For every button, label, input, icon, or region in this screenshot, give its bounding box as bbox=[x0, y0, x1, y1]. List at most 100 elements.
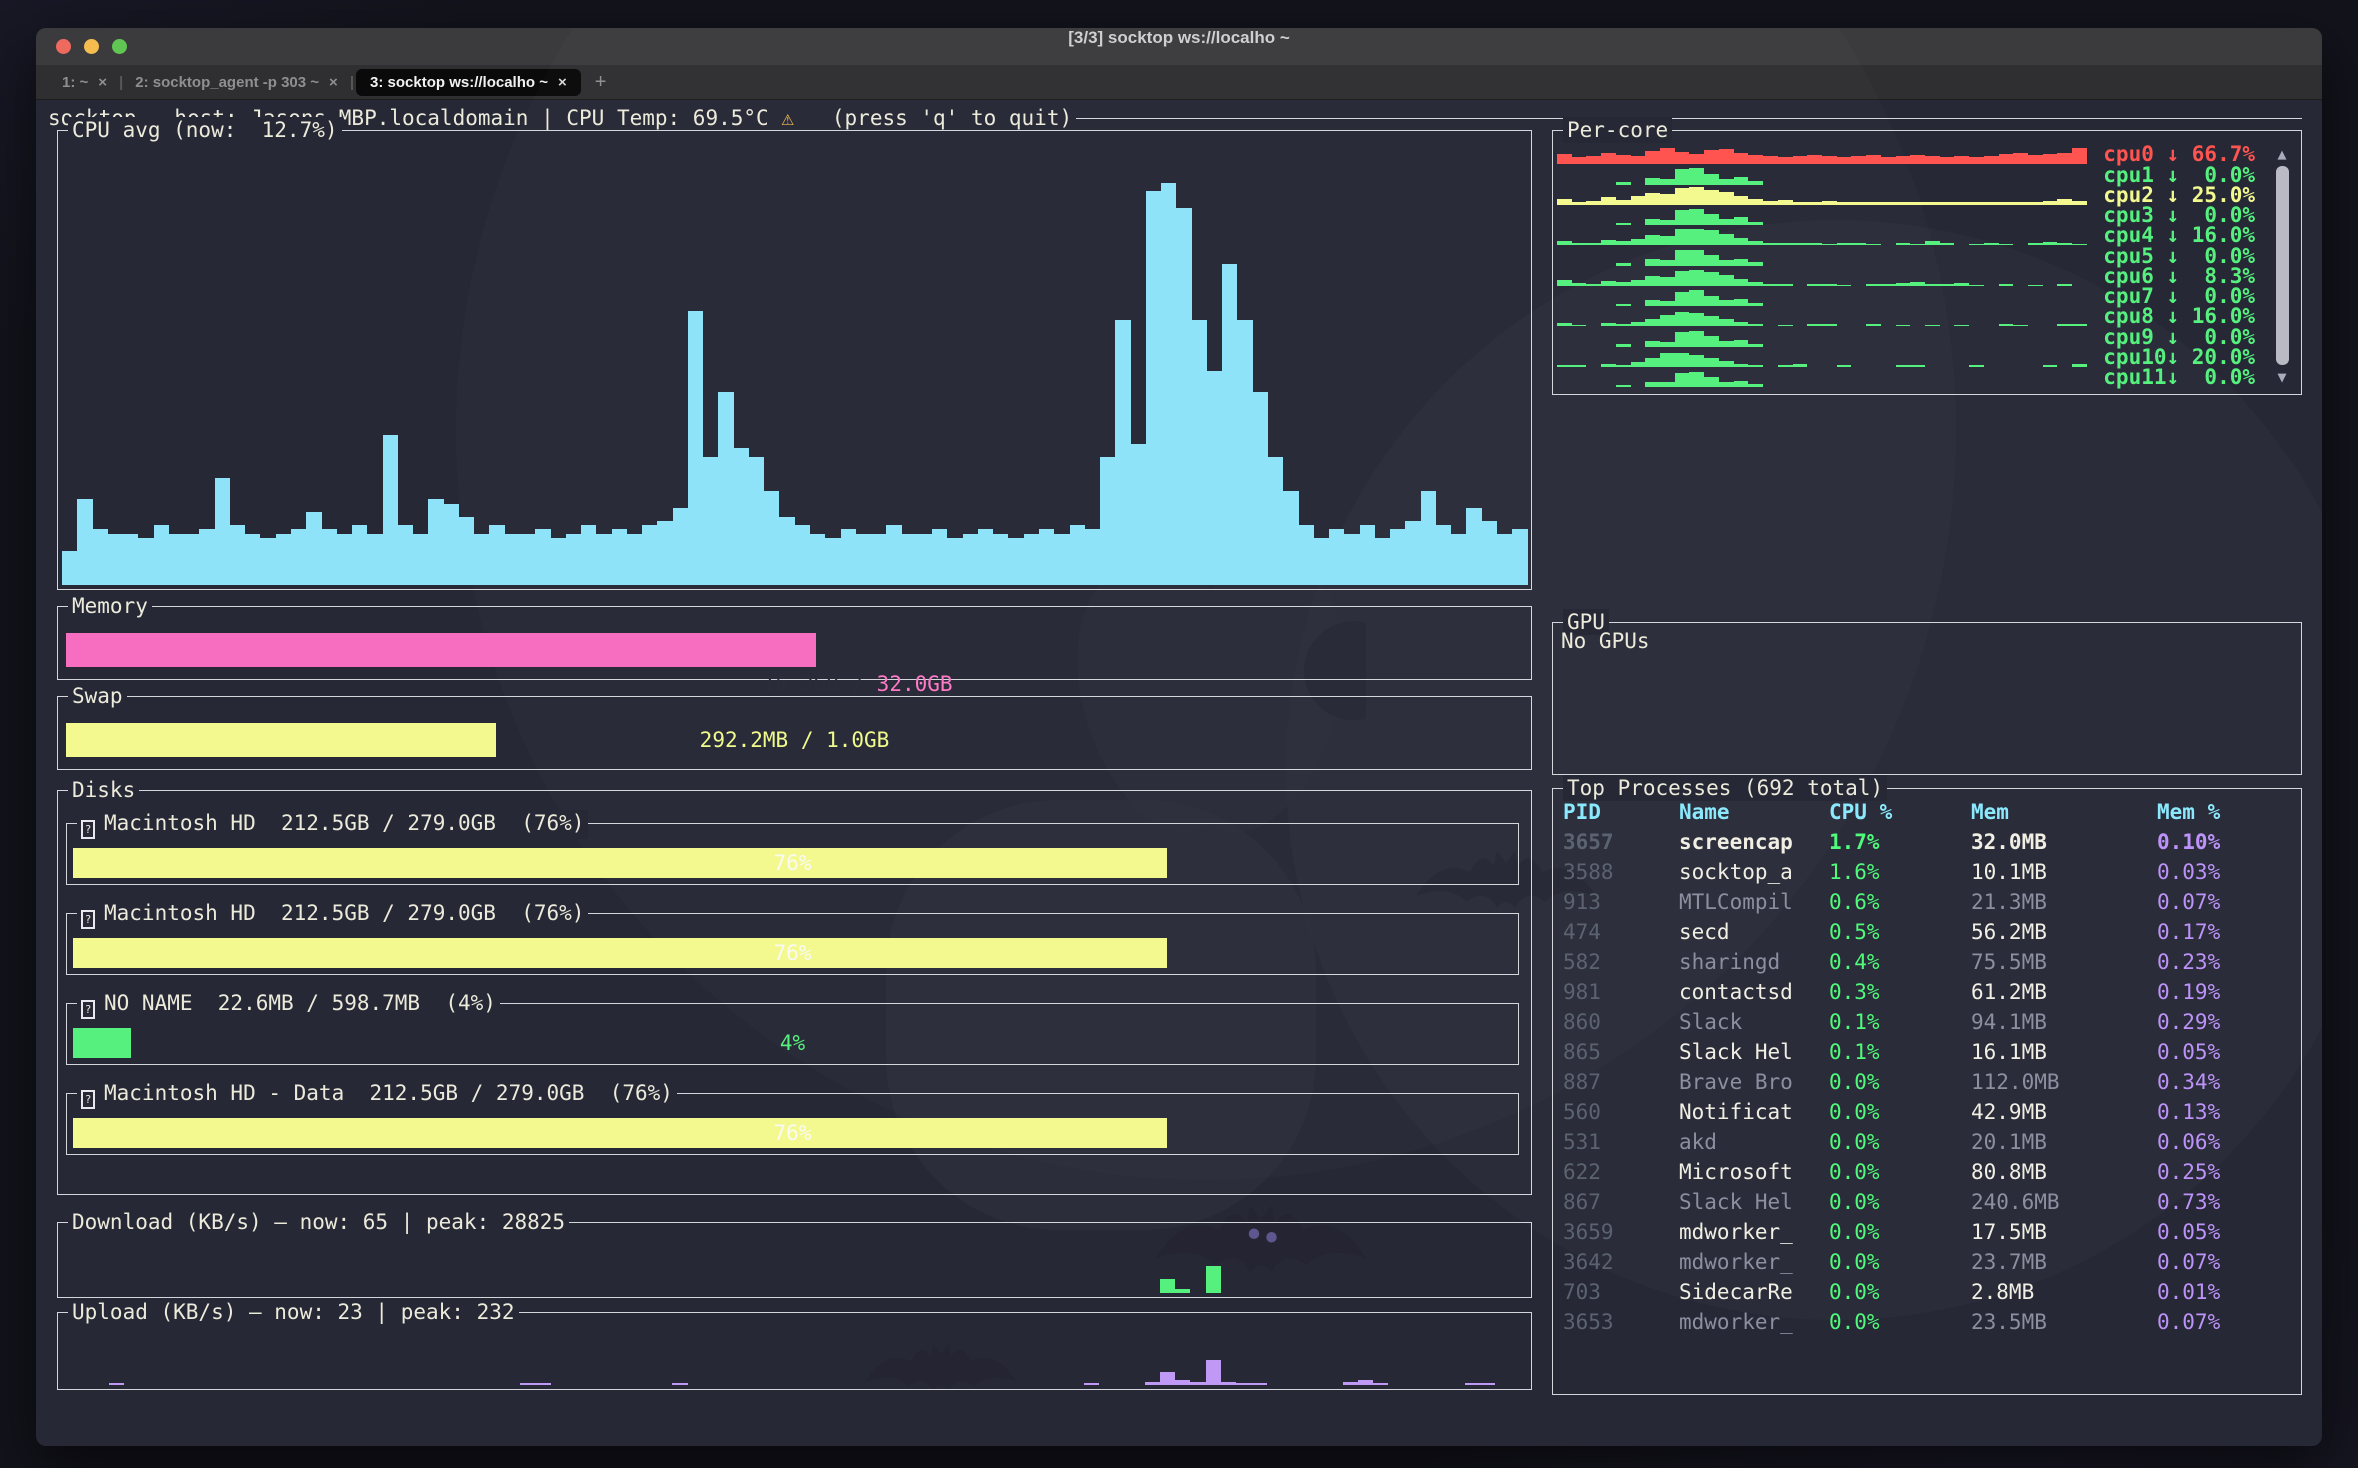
core-sparkline bbox=[1557, 206, 2087, 225]
process-mem: 112.0MB bbox=[1971, 1067, 2157, 1097]
memory-used: 16.2GB / bbox=[763, 672, 864, 696]
upload-chart bbox=[63, 1331, 1526, 1385]
titlebar[interactable]: [3/3] socktop ws://localho ~ bbox=[36, 28, 2322, 65]
process-table-header: PID Name CPU % Mem Mem % bbox=[1553, 797, 2301, 827]
process-cpu: 0.1% bbox=[1829, 1007, 1971, 1037]
process-memp: 0.17% bbox=[2157, 917, 2301, 947]
process-mem: 94.1MB bbox=[1971, 1007, 2157, 1037]
process-cpu: 0.0% bbox=[1829, 1067, 1971, 1097]
process-cpu: 1.6% bbox=[1829, 857, 1971, 887]
process-pid: 3657 bbox=[1563, 827, 1679, 857]
disk-title: ?Macintosh HD 212.5GB / 279.0GB (76%) bbox=[77, 900, 588, 929]
zoom-window-icon[interactable] bbox=[112, 39, 127, 54]
tab-1[interactable]: 1: ~ × bbox=[52, 70, 117, 95]
process-name: Slack Hel bbox=[1679, 1187, 1829, 1217]
process-mem: 240.6MB bbox=[1971, 1187, 2157, 1217]
process-name: secd bbox=[1679, 917, 1829, 947]
process-cpu: 0.0% bbox=[1829, 1307, 1971, 1337]
process-mem: 20.1MB bbox=[1971, 1127, 2157, 1157]
minimize-window-icon[interactable] bbox=[84, 39, 99, 54]
process-cpu: 0.4% bbox=[1829, 947, 1971, 977]
disk-icon: ? bbox=[81, 1090, 95, 1109]
process-row: 867Slack Hel0.0%240.6MB0.73% bbox=[1553, 1187, 2301, 1217]
terminal-window: [3/3] socktop ws://localho ~ 1: ~ × | 2:… bbox=[36, 28, 2322, 1446]
process-name: mdworker_ bbox=[1679, 1247, 1829, 1277]
process-mem: 61.2MB bbox=[1971, 977, 2157, 1007]
scroll-down-icon[interactable]: ▼ bbox=[2277, 368, 2286, 386]
core-sparkline bbox=[1557, 186, 2087, 205]
tab-3-close-icon[interactable]: × bbox=[558, 74, 567, 91]
core-sparkline bbox=[1557, 348, 2087, 367]
process-name: socktop_a bbox=[1679, 857, 1829, 887]
tab-1-label: 1: ~ bbox=[62, 74, 88, 91]
process-name: akd bbox=[1679, 1127, 1829, 1157]
process-row: 703SidecarRe0.0%2.8MB0.01% bbox=[1553, 1277, 2301, 1307]
process-row: 3657screencap1.7%32.0MB0.10% bbox=[1553, 827, 2301, 857]
process-memp: 0.13% bbox=[2157, 1097, 2301, 1127]
scrollbar-thumb[interactable] bbox=[2276, 166, 2289, 365]
disk-panel: ?Macintosh HD 212.5GB / 279.0GB (76%)76% bbox=[66, 823, 1519, 885]
process-row: 3653mdworker_0.0%23.5MB0.07% bbox=[1553, 1307, 2301, 1337]
disk-usage-label: 76% bbox=[73, 938, 1512, 968]
process-pid: 3588 bbox=[1563, 857, 1679, 887]
tab-2[interactable]: 2: socktop_agent -p 303 ~ × bbox=[125, 70, 348, 95]
gpu-panel: GPU No GPUs bbox=[1552, 622, 2302, 775]
process-memp: 0.34% bbox=[2157, 1067, 2301, 1097]
memory-title: Memory bbox=[68, 593, 152, 619]
process-row: 3588socktop_a1.6%10.1MB0.03% bbox=[1553, 857, 2301, 887]
col-name: Name bbox=[1679, 797, 1829, 827]
process-mem: 2.8MB bbox=[1971, 1277, 2157, 1307]
tab-separator: | bbox=[348, 74, 356, 91]
tab-bar: 1: ~ × | 2: socktop_agent -p 303 ~ × | 3… bbox=[36, 65, 2322, 100]
process-mem: 21.3MB bbox=[1971, 887, 2157, 917]
tab-3-active[interactable]: 3: socktop ws://localho ~ × bbox=[356, 69, 581, 96]
process-memp: 0.03% bbox=[2157, 857, 2301, 887]
disk-usage-bar: 76% bbox=[73, 938, 1512, 968]
core-sparkline bbox=[1557, 368, 2087, 387]
disk-usage-bar: 76% bbox=[73, 848, 1512, 878]
process-memp: 0.23% bbox=[2157, 947, 2301, 977]
disk-title: ?NO NAME 22.6MB / 598.7MB (4%) bbox=[77, 990, 500, 1019]
traffic-lights bbox=[56, 39, 127, 54]
process-pid: 3659 bbox=[1563, 1217, 1679, 1247]
process-row: 531akd0.0%20.1MB0.06% bbox=[1553, 1127, 2301, 1157]
col-memp: Mem % bbox=[2157, 797, 2301, 827]
process-mem: 80.8MB bbox=[1971, 1157, 2157, 1187]
tab-2-close-icon[interactable]: × bbox=[329, 74, 338, 91]
app-header: socktop — host: Jasons-MBP.localdomain |… bbox=[48, 106, 2302, 130]
process-row: 3659mdworker_0.0%17.5MB0.05% bbox=[1553, 1217, 2301, 1247]
process-memp: 0.73% bbox=[2157, 1187, 2301, 1217]
col-pid: PID bbox=[1563, 797, 1679, 827]
process-name: Microsoft bbox=[1679, 1157, 1829, 1187]
per-core-title: Per-core bbox=[1563, 117, 1672, 143]
process-memp: 0.19% bbox=[2157, 977, 2301, 1007]
disk-usage-bar: 76% bbox=[73, 1118, 1512, 1148]
disk-usage-label: 4% bbox=[73, 1028, 1512, 1058]
tab-separator: | bbox=[117, 74, 125, 91]
col-cpu: CPU % bbox=[1829, 797, 1971, 827]
tab-1-close-icon[interactable]: × bbox=[98, 74, 107, 91]
process-pid: 865 bbox=[1563, 1037, 1679, 1067]
process-cpu: 0.3% bbox=[1829, 977, 1971, 1007]
process-name: Slack bbox=[1679, 1007, 1829, 1037]
new-tab-button[interactable]: + bbox=[595, 71, 607, 94]
close-window-icon[interactable] bbox=[56, 39, 71, 54]
process-cpu: 0.6% bbox=[1829, 887, 1971, 917]
process-mem: 16.1MB bbox=[1971, 1037, 2157, 1067]
quit-hint: (press 'q' to quit) bbox=[794, 106, 1072, 130]
cpu-avg-panel: CPU avg (now: 12.7%) bbox=[57, 130, 1532, 590]
process-cpu: 0.0% bbox=[1829, 1097, 1971, 1127]
process-name: contactsd bbox=[1679, 977, 1829, 1007]
process-table-body: 3657screencap1.7%32.0MB0.10%3588socktop_… bbox=[1553, 827, 2301, 1337]
cpu-avg-title: CPU avg (now: 12.7%) bbox=[68, 117, 342, 143]
core-row: cpu11↓ 0.0% bbox=[1557, 368, 2255, 388]
process-memp: 0.07% bbox=[2157, 1307, 2301, 1337]
process-pid: 913 bbox=[1563, 887, 1679, 917]
process-row: 913MTLCompil0.6%21.3MB0.07% bbox=[1553, 887, 2301, 917]
process-name: mdworker_ bbox=[1679, 1307, 1829, 1337]
terminal-content: socktop — host: Jasons-MBP.localdomain |… bbox=[36, 100, 2322, 1446]
core-sparkline bbox=[1557, 226, 2087, 245]
scroll-up-icon[interactable]: ▲ bbox=[2277, 145, 2286, 163]
per-core-scrollbar[interactable]: ▲ ▼ bbox=[2268, 145, 2296, 386]
process-pid: 703 bbox=[1563, 1277, 1679, 1307]
